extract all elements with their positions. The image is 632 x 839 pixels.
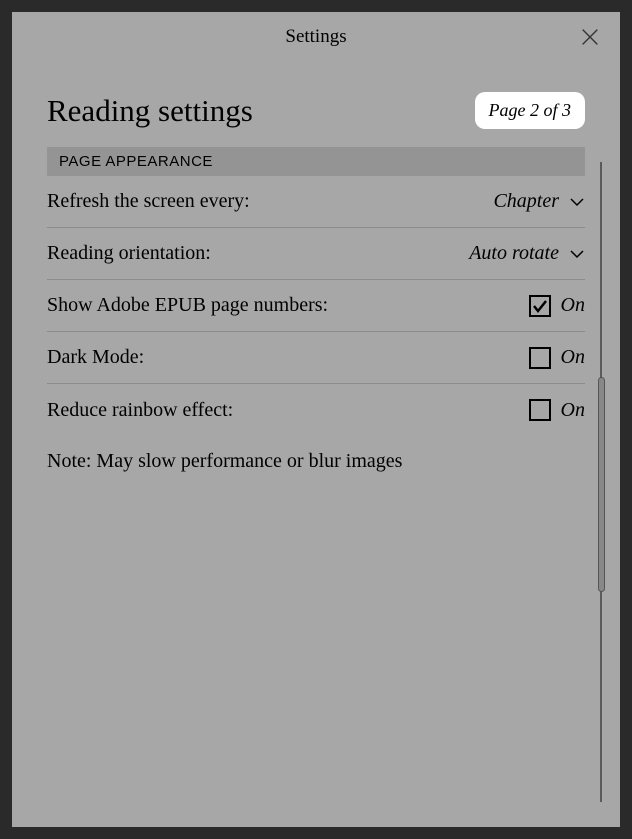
note-text: Note: May slow performance or blur image… [47, 436, 585, 487]
checkmark-icon [532, 298, 548, 314]
setting-rainbow[interactable]: Reduce rainbow effect: On [47, 384, 585, 436]
page-title: Reading settings [47, 93, 253, 129]
setting-label: Dark Mode: [47, 346, 144, 369]
value-text: On [561, 294, 585, 317]
setting-dark-mode[interactable]: Dark Mode: On [47, 332, 585, 384]
title-row: Reading settings Page 2 of 3 [47, 92, 585, 129]
setting-adobe-epub[interactable]: Show Adobe EPUB page numbers: On [47, 280, 585, 332]
page-indicator-badge: Page 2 of 3 [475, 92, 586, 129]
setting-value: Chapter [493, 190, 585, 213]
setting-orientation[interactable]: Reading orientation: Auto rotate [47, 228, 585, 280]
checkbox[interactable] [529, 295, 551, 317]
chevron-down-icon [569, 246, 585, 262]
setting-refresh[interactable]: Refresh the screen every: Chapter [47, 176, 585, 228]
value-text: Chapter [493, 190, 559, 213]
header: Settings [12, 12, 620, 62]
setting-label: Reading orientation: [47, 242, 211, 265]
scrollbar-thumb[interactable] [598, 377, 605, 592]
header-title: Settings [285, 26, 346, 48]
value-text: Auto rotate [469, 242, 559, 265]
checkbox[interactable] [529, 347, 551, 369]
value-text: On [561, 346, 585, 369]
chevron-down-icon [569, 194, 585, 210]
section-header: PAGE APPEARANCE [47, 147, 585, 176]
setting-label: Reduce rainbow effect: [47, 399, 233, 422]
close-button[interactable] [578, 25, 602, 49]
setting-value: On [529, 294, 585, 317]
setting-label: Show Adobe EPUB page numbers: [47, 294, 328, 317]
setting-value: On [529, 346, 585, 369]
settings-list: Refresh the screen every: Chapter Readin… [47, 176, 585, 487]
value-text: On [561, 399, 585, 422]
checkbox[interactable] [529, 399, 551, 421]
setting-label: Refresh the screen every: [47, 190, 250, 213]
setting-value: Auto rotate [469, 242, 585, 265]
close-icon [579, 26, 601, 48]
setting-value: On [529, 399, 585, 422]
